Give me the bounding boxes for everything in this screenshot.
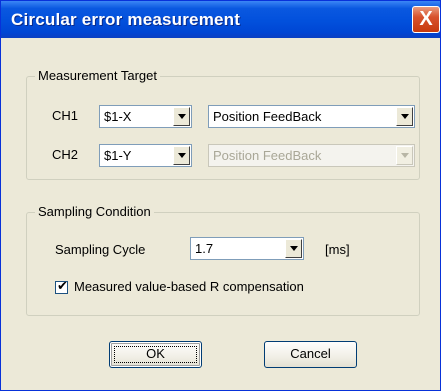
r-compensation-checkbox[interactable]: ✔	[55, 279, 68, 294]
ch2-axis-select[interactable]: $1-Y	[99, 144, 192, 167]
sampling-cycle-label: Sampling Cycle	[55, 242, 146, 257]
title-bar[interactable]: Circular error measurement X	[1, 1, 440, 38]
ok-button[interactable]: OK	[109, 341, 202, 368]
ch1-axis-select[interactable]: $1-X	[99, 105, 192, 128]
window-title: Circular error measurement	[11, 10, 241, 29]
sampling-cycle-unit: [ms]	[325, 242, 350, 257]
ch2-signal-value: Position FeedBack	[213, 148, 322, 163]
ch1-label: CH1	[52, 108, 79, 123]
checkmark-icon: ✔	[57, 279, 68, 294]
sampling-condition-legend: Sampling Condition	[35, 204, 154, 220]
sampling-cycle-select[interactable]: 1.7	[190, 237, 304, 260]
chevron-down-icon[interactable]	[173, 146, 190, 165]
ch2-signal-select: Position FeedBack	[208, 144, 415, 167]
ch1-signal-value: Position FeedBack	[213, 109, 322, 124]
close-icon: X	[419, 8, 433, 30]
ch2-axis-value: $1-Y	[104, 148, 132, 163]
ch1-signal-select[interactable]: Position FeedBack	[208, 105, 415, 128]
cancel-button-label: Cancel	[290, 346, 331, 361]
dialog-window: Circular error measurement X Measurement…	[0, 0, 441, 391]
cancel-button[interactable]: Cancel	[264, 341, 357, 368]
r-compensation-label[interactable]: Measured value-based R compensation	[74, 279, 304, 295]
ch2-label: CH2	[52, 147, 79, 162]
ch1-axis-value: $1-X	[104, 109, 132, 124]
chevron-down-icon[interactable]	[285, 239, 302, 258]
measurement-target-legend: Measurement Target	[35, 68, 160, 84]
chevron-down-icon[interactable]	[173, 107, 190, 126]
sampling-condition-group: Sampling Condition	[26, 204, 420, 316]
chevron-down-icon	[396, 146, 413, 165]
close-button[interactable]: X	[412, 6, 440, 33]
sampling-cycle-value: 1.7	[195, 241, 214, 256]
chevron-down-icon[interactable]	[396, 107, 413, 126]
ok-button-label: OK	[146, 346, 165, 361]
